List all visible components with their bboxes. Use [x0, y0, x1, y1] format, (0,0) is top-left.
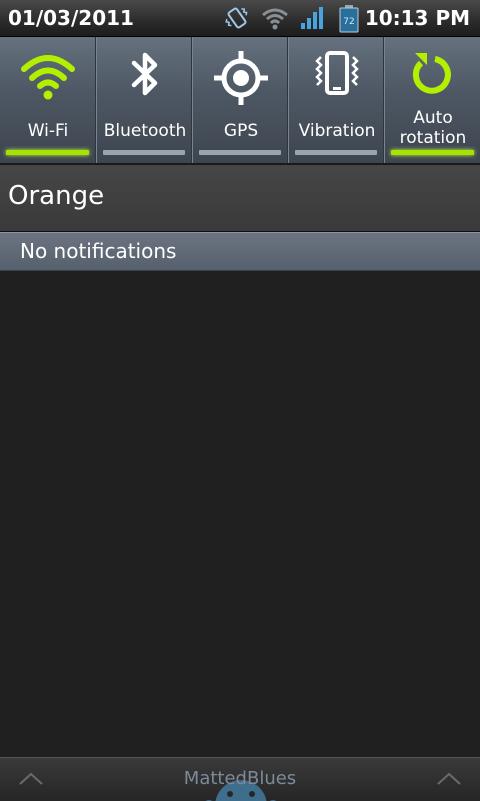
bluetooth-icon — [131, 52, 158, 96]
signal-icon — [301, 7, 323, 29]
vibrate-icon — [225, 7, 248, 29]
status-bar: 01/03/2011 72 10:13 PM — [0, 0, 480, 37]
notifications-header: No notifications — [0, 232, 480, 271]
bluetooth-status-bar — [103, 150, 185, 155]
wifi-label: Wi-Fi — [27, 121, 69, 141]
auto-rotation-toggle[interactable]: Auto rotation — [384, 37, 480, 163]
gps-icon — [214, 51, 268, 105]
gps-toggle[interactable]: GPS — [192, 37, 288, 163]
wifi-icon — [262, 8, 288, 30]
battery-level: 72 — [343, 17, 354, 27]
bluetooth-label: Bluetooth — [103, 121, 187, 141]
bluetooth-toggle[interactable]: Bluetooth — [96, 37, 192, 163]
watermark-text: MattedBlues — [183, 768, 297, 789]
notifications-area — [0, 271, 480, 757]
battery-icon: 72 — [339, 5, 359, 33]
auto-rotation-icon — [412, 53, 451, 94]
quick-settings-panel: Wi-Fi Bluetooth GPS Vibration Auto rotat… — [0, 37, 480, 165]
wifi-icon — [21, 55, 75, 100]
vibration-toggle[interactable]: Vibration — [288, 37, 384, 163]
vibration-icon — [315, 51, 359, 95]
notifications-title: No notifications — [20, 239, 177, 263]
carrier-name: Orange — [8, 181, 105, 211]
carrier-banner: Orange — [0, 165, 480, 232]
auto-rotation-status-bar — [391, 150, 474, 155]
gps-status-bar — [199, 150, 281, 155]
notification-drawer-handle[interactable]: MattedBlues — [0, 757, 480, 801]
auto-rotation-label-line1: Auto — [413, 108, 453, 128]
wifi-toggle[interactable]: Wi-Fi — [0, 37, 96, 163]
status-date: 01/03/2011 — [8, 6, 134, 30]
vibration-label: Vibration — [298, 121, 376, 141]
auto-rotation-label: Auto rotation — [385, 108, 480, 148]
gps-label: GPS — [223, 121, 259, 141]
vibration-status-bar — [295, 150, 377, 155]
auto-rotation-label-line2: rotation — [399, 128, 467, 148]
status-time: 10:13 PM — [364, 6, 470, 30]
wifi-status-bar — [6, 150, 89, 155]
chevron-up-icon — [437, 772, 461, 785]
